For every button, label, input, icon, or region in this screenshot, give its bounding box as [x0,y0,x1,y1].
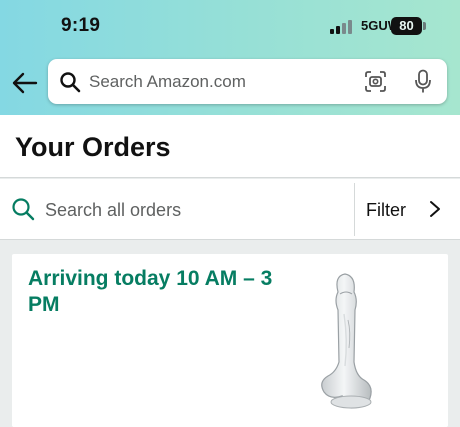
battery-icon: 80 [391,17,422,35]
page-header: Your Orders [0,115,460,178]
signal-icon [330,20,354,34]
divider [354,183,355,236]
microphone-icon[interactable] [414,69,432,94]
delivery-status: Arriving today 10 AM – 3 PM [28,267,273,316]
product-image[interactable] [304,270,390,412]
order-card[interactable]: Arriving today 10 AM – 3 PM [12,254,448,427]
app-header: 9:19 5GUW 80 Search Amazon.com [0,0,460,115]
order-search-bar: Search all orders Filter [0,179,460,240]
search-orders-input[interactable]: Search all orders [45,200,181,221]
search-orders-icon[interactable] [11,197,35,221]
amazon-search-bar[interactable]: Search Amazon.com [48,59,447,104]
camera-scan-icon[interactable] [364,70,387,93]
back-arrow-icon[interactable] [10,70,38,96]
search-icon [60,72,81,93]
chevron-right-icon[interactable] [429,200,441,218]
battery-cap [423,22,426,30]
status-time: 9:19 [61,15,101,36]
filter-button[interactable]: Filter [366,200,406,221]
page-title: Your Orders [15,132,171,162]
search-input[interactable]: Search Amazon.com [89,72,246,92]
